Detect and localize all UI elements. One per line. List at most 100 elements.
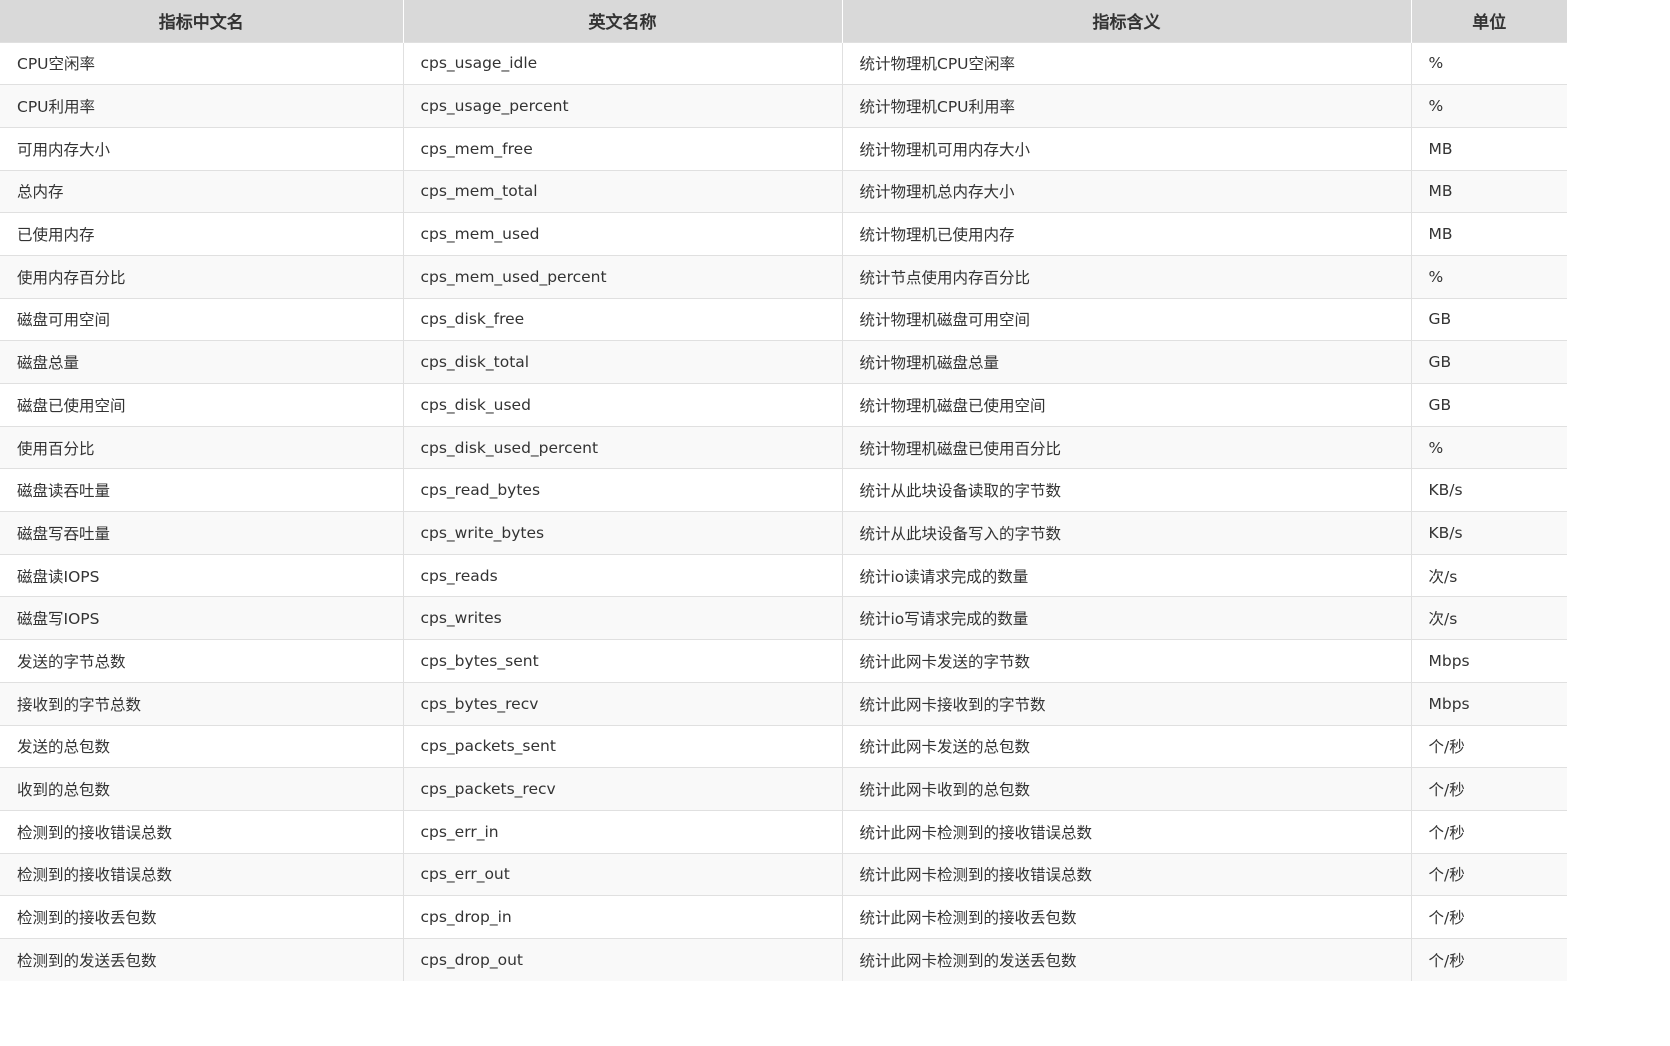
cell-meaning: 统计此网卡接收到的字节数 <box>842 681 1412 725</box>
table-row: 使用内存百分比 cps_mem_used_percent 统计节点使用内存百分比% <box>0 254 1567 299</box>
cell-unit: GB <box>1411 383 1567 427</box>
cell-english-name: cps_err_in <box>403 809 843 854</box>
cell-english-name: cps_bytes_sent <box>403 639 843 683</box>
cell-chinese-name: 磁盘已使用空间 <box>0 383 404 427</box>
cell-chinese-name: 可用内存大小 <box>0 126 404 171</box>
cell-english-name: cps_bytes_recv <box>403 681 843 725</box>
cell-meaning: 统计此网卡检测到的发送丢包数 <box>842 937 1412 982</box>
cell-meaning: 统计物理机磁盘已使用空间 <box>842 383 1412 427</box>
cell-english-name: cps_drop_in <box>403 895 843 939</box>
header-meaning: 指标含义 <box>842 0 1412 42</box>
cell-unit: Mbps <box>1411 639 1567 683</box>
cell-unit: KB/s <box>1411 468 1567 512</box>
table-row: 可用内存大小 cps_mem_free 统计物理机可用内存大小 MB <box>0 126 1567 171</box>
cell-unit: MB <box>1411 169 1567 213</box>
cell-meaning: 统计节点使用内存百分比 <box>842 254 1412 299</box>
table-header: 指标中文名 英文名称 指标含义 单位 <box>0 0 1567 42</box>
cell-unit: % <box>1411 41 1567 85</box>
table-row: 磁盘已使用空间 cps_disk_used 统计物理机磁盘已使用空间 GB <box>0 383 1567 427</box>
cell-unit: % <box>1411 425 1567 469</box>
cell-chinese-name: 磁盘总量 <box>0 340 404 384</box>
cell-unit: 次/s <box>1411 596 1567 640</box>
table-row: 总内存 cps_mem_total 统计物理机总内存大小 MB <box>0 169 1567 213</box>
cell-meaning: 统计物理机磁盘总量 <box>842 340 1412 384</box>
cell-unit: MB <box>1411 212 1567 256</box>
header-unit: 单位 <box>1472 13 1507 34</box>
cell-chinese-name: 发送的总包数 <box>0 724 404 768</box>
table-row: 磁盘总量 cps_disk_total 统计物理机磁盘总量 GB <box>0 340 1567 384</box>
table-row: CPU利用率 cps_usage_percent 统计物理机CPU利用率% <box>0 84 1567 128</box>
cell-meaning: 统计此网卡发送的字节数 <box>842 639 1412 683</box>
table-body: CPU空闲率 cps_usage_idle 统计物理机CPU空闲率% CPU利用率 cp… <box>0 41 1567 982</box>
cell-meaning: 统计物理机磁盘已使用百分比 <box>842 425 1412 469</box>
cell-chinese-name: 总内存 <box>0 169 404 213</box>
cell-meaning: 统计物理机CPU利用率 <box>842 84 1412 128</box>
cell-chinese-name: CPU空闲率 <box>0 41 404 85</box>
cell-unit: GB <box>1411 340 1567 384</box>
header-row: 指标中文名 英文名称 指标含义 单位 <box>0 0 1567 42</box>
cell-meaning: 统计物理机磁盘可用空间 <box>842 297 1412 341</box>
cell-english-name: cps_packets_sent <box>403 724 843 768</box>
cell-meaning: 统计此网卡检测到的接收丢包数 <box>842 895 1412 939</box>
cell-meaning: 统计此网卡发送的总包数 <box>842 724 1412 768</box>
cell-chinese-name: 使用百分比 <box>0 425 404 469</box>
cell-chinese-name: 检测到的接收错误总数 <box>0 809 404 854</box>
cell-unit: % <box>1411 254 1567 299</box>
cell-unit: 次/s <box>1411 553 1567 597</box>
cell-chinese-name: 已使用内存 <box>0 212 404 256</box>
table-row: 磁盘读吞吐量 cps_read_bytes 统计从此块设备读取的字节数 KB/s <box>0 468 1567 512</box>
table-row: 检测到的接收错误总数 cps_err_in 统计此网卡检测到的接收错误总数 个/秒 <box>0 809 1567 854</box>
cell-unit: 个/秒 <box>1411 895 1567 939</box>
cell-english-name: cps_mem_total <box>403 169 843 213</box>
cell-unit: 个/秒 <box>1411 724 1567 768</box>
cell-english-name: cps_write_bytes <box>403 511 843 555</box>
cell-english-name: cps_disk_used <box>403 383 843 427</box>
cell-chinese-name: 发送的字节总数 <box>0 639 404 683</box>
cell-english-name: cps_drop_out <box>403 937 843 982</box>
cell-unit: 个/秒 <box>1411 809 1567 854</box>
cell-meaning: 统计从此块设备读取的字节数 <box>842 468 1412 512</box>
cell-english-name: cps_reads <box>403 553 843 597</box>
cell-chinese-name: 磁盘写IOPS <box>0 596 404 640</box>
cell-unit: Mbps <box>1411 681 1567 725</box>
cell-meaning: 统计物理机总内存大小 <box>842 169 1412 213</box>
header-english-name: 英文名称 <box>403 0 843 42</box>
table-row: 检测到的接收丢包数 cps_drop_in 统计此网卡检测到的接收丢包数 个/秒 <box>0 895 1567 939</box>
cell-meaning: 统计此网卡收到的总包数 <box>842 767 1412 811</box>
table-row: 检测到的发送丢包数 cps_drop_out 统计此网卡检测到的发送丢包数 个/秒 <box>0 937 1567 982</box>
cell-chinese-name: 磁盘读吞吐量 <box>0 468 404 512</box>
cell-english-name: cps_mem_used <box>403 212 843 256</box>
table-row: 发送的字节总数 cps_bytes_sent 统计此网卡发送的字节数 Mbps <box>0 639 1567 683</box>
cell-english-name: cps_read_bytes <box>403 468 843 512</box>
cell-meaning: 统计物理机已使用内存 <box>842 212 1412 256</box>
cell-chinese-name: CPU利用率 <box>0 84 404 128</box>
cell-english-name: cps_err_out <box>403 852 843 896</box>
cell-meaning: 统计io写请求完成的数量 <box>842 596 1412 640</box>
cell-english-name: cps_disk_free <box>403 297 843 341</box>
table-row: CPU空闲率 cps_usage_idle 统计物理机CPU空闲率% <box>0 41 1567 85</box>
table-row: 接收到的字节总数 cps_bytes_recv 统计此网卡接收到的字节数 Mbps <box>0 681 1567 725</box>
table-row: 磁盘写吞吐量 cps_write_bytes 统计从此块设备写入的字节数 KB/s <box>0 511 1567 555</box>
cell-meaning: 统计物理机可用内存大小 <box>842 126 1412 171</box>
cell-chinese-name: 检测到的发送丢包数 <box>0 937 404 982</box>
cell-english-name: cps_packets_recv <box>403 767 843 811</box>
cell-english-name: cps_writes <box>403 596 843 640</box>
table-row: 使用百分比 cps_disk_used_percent 统计物理机磁盘已使用百分比% <box>0 425 1567 469</box>
table-row: 磁盘可用空间 cps_disk_free 统计物理机磁盘可用空间 GB <box>0 297 1567 341</box>
header-chinese-name: 指标中文名 <box>0 0 404 42</box>
cell-english-name: cps_mem_free <box>403 126 843 171</box>
cell-meaning: 统计io读请求完成的数量 <box>842 553 1412 597</box>
cell-meaning: 统计从此块设备写入的字节数 <box>842 511 1412 555</box>
table-row: 检测到的接收错误总数 cps_err_out 统计此网卡检测到的接收错误总数 个/秒 <box>0 852 1567 896</box>
cell-chinese-name: 接收到的字节总数 <box>0 681 404 725</box>
metrics-table: 指标中文名 英文名称 指标含义 单位 CPU空闲率 cps_usage_idle 统… <box>0 0 1567 982</box>
table-row: 磁盘读IOPS cps_reads 统计io读请求完成的数量 次/s <box>0 553 1567 597</box>
cell-chinese-name: 使用内存百分比 <box>0 254 404 299</box>
table-row: 磁盘写IOPS cps_writes 统计io写请求完成的数量 次/s <box>0 596 1567 640</box>
cell-unit: 个/秒 <box>1411 767 1567 811</box>
cell-meaning: 统计此网卡检测到的接收错误总数 <box>842 809 1412 854</box>
cell-english-name: cps_disk_used_percent <box>403 425 843 469</box>
cell-unit: KB/s <box>1411 511 1567 555</box>
cell-english-name: cps_mem_used_percent <box>403 254 843 299</box>
cell-unit: GB <box>1411 297 1567 341</box>
